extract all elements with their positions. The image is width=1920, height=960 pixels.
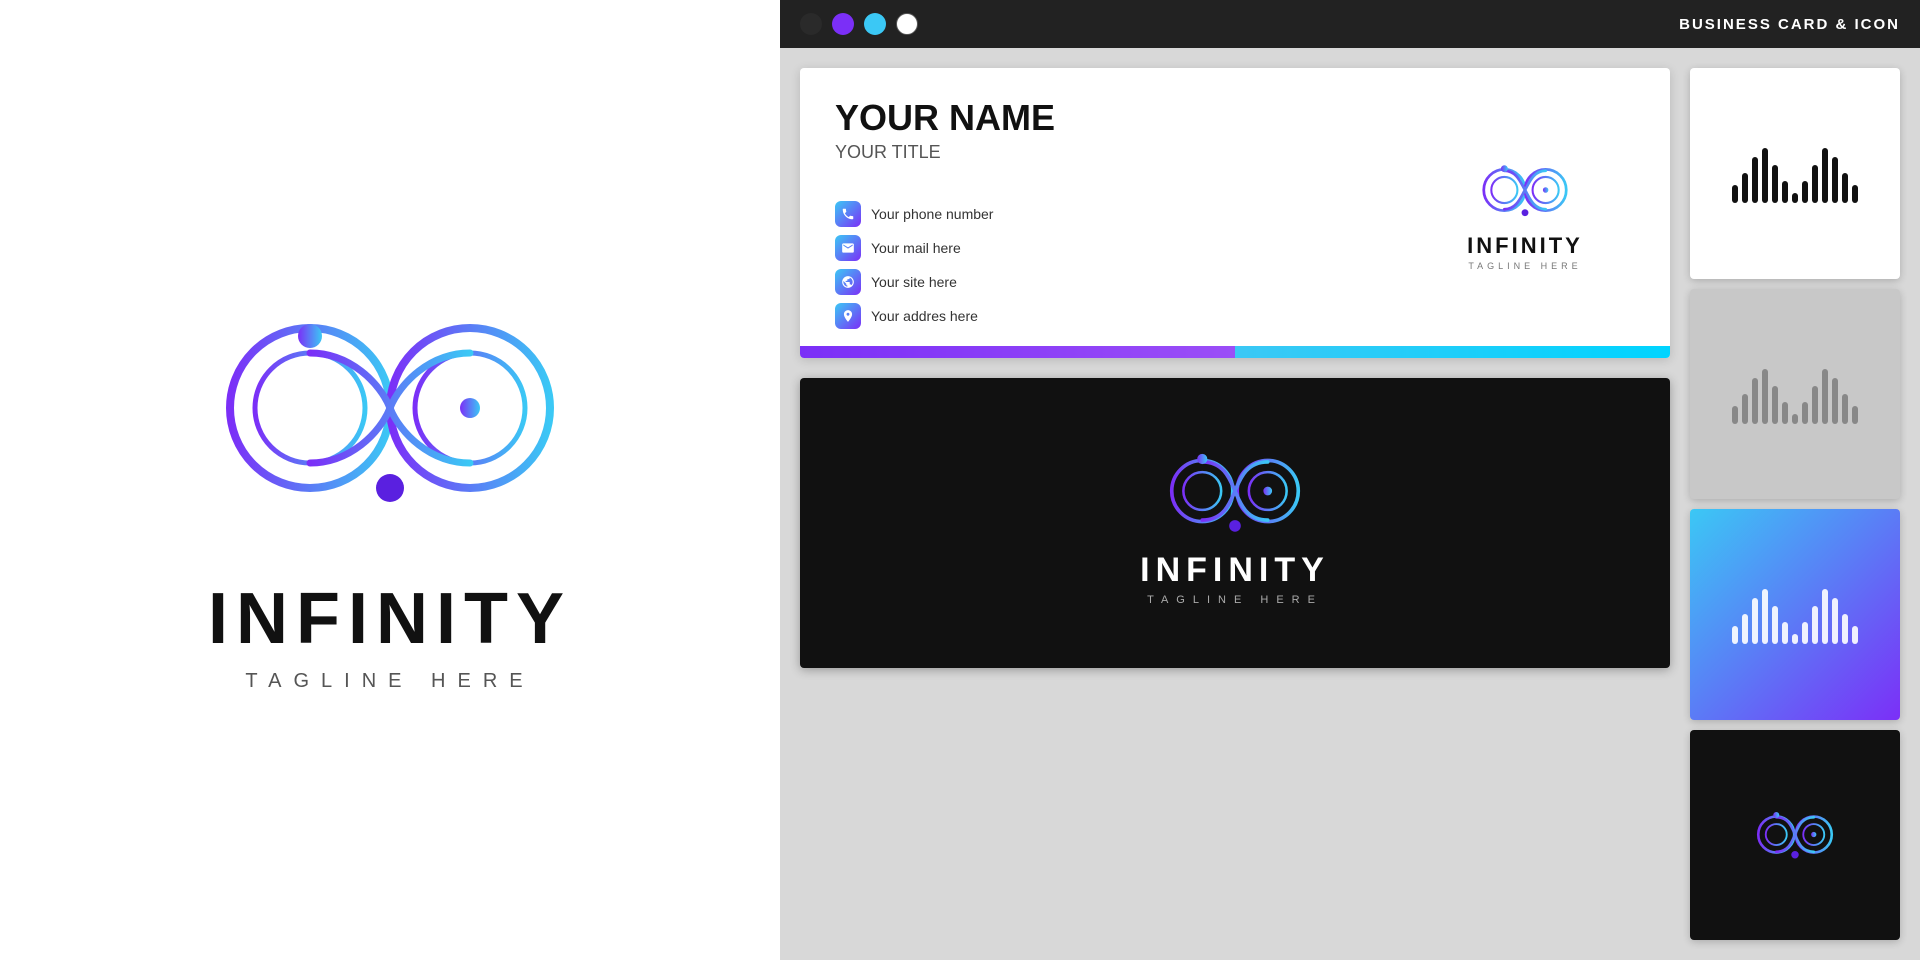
left-panel: INFINITY TAGLINE HERE xyxy=(0,0,780,960)
sidebar-card-2 xyxy=(1690,289,1900,500)
swatch-blue xyxy=(864,13,886,35)
bc-black-brand: INFINITY xyxy=(1140,551,1330,590)
sidebar-card-4 xyxy=(1690,730,1900,941)
main-content: YOUR NAME YOUR TITLE Your phone number xyxy=(780,48,1920,960)
center-area: YOUR NAME YOUR TITLE Your phone number xyxy=(780,48,1690,960)
accent-purple xyxy=(800,346,1235,358)
accent-blue xyxy=(1235,346,1670,358)
mail-text: Your mail here xyxy=(871,240,961,256)
business-card-white: YOUR NAME YOUR TITLE Your phone number xyxy=(800,68,1670,358)
main-logo xyxy=(180,268,600,548)
sound-wave-gray xyxy=(1732,364,1858,424)
swatch-dark xyxy=(800,13,822,35)
topbar-title: BUSINESS CARD & ICON xyxy=(1679,16,1900,33)
bc-address-item: Your addres here xyxy=(835,303,1415,329)
site-text: Your site here xyxy=(871,274,957,290)
tagline: TAGLINE HERE xyxy=(245,670,534,693)
location-icon xyxy=(835,303,861,329)
bc-name: YOUR NAME xyxy=(835,98,1415,138)
sidebar-card-3 xyxy=(1690,509,1900,720)
bc-site-item: Your site here xyxy=(835,269,1415,295)
bc-accent-bar xyxy=(800,346,1670,358)
mail-icon xyxy=(835,235,861,261)
right-panel: BUSINESS CARD & ICON YOUR NAME YOUR TITL… xyxy=(780,0,1920,960)
globe-icon xyxy=(835,269,861,295)
swatch-purple xyxy=(832,13,854,35)
sidebar-card-1 xyxy=(1690,68,1900,279)
bc-title: YOUR TITLE xyxy=(835,142,1415,163)
phone-text: Your phone number xyxy=(871,206,993,222)
address-text: Your addres here xyxy=(871,308,978,324)
sound-wave-dark xyxy=(1732,143,1858,203)
bc-phone-item: Your phone number xyxy=(835,201,1415,227)
brand-name: INFINITY xyxy=(208,578,572,660)
bc-black-tagline: TAGLINE HERE xyxy=(1147,594,1323,606)
sound-wave-white xyxy=(1732,584,1858,644)
bc-brand-mini: INFINITY xyxy=(1467,233,1583,259)
bc-left: YOUR NAME YOUR TITLE Your phone number xyxy=(835,98,1415,328)
right-sidebar xyxy=(1690,48,1920,960)
bc-mail-item: Your mail here xyxy=(835,235,1415,261)
swatch-white xyxy=(896,13,918,35)
top-bar: BUSINESS CARD & ICON xyxy=(780,0,1920,48)
color-swatches xyxy=(800,13,918,35)
bc-tagline-mini: TAGLINE HERE xyxy=(1468,261,1581,271)
bc-right: INFINITY TAGLINE HERE xyxy=(1415,98,1635,328)
business-card-black: INFINITY TAGLINE HERE xyxy=(800,378,1670,668)
phone-icon xyxy=(835,201,861,227)
